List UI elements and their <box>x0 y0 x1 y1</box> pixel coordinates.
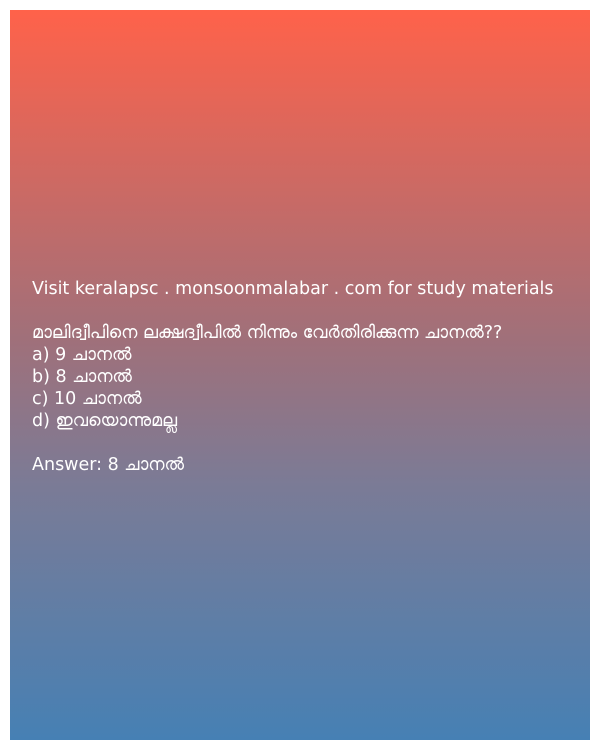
quiz-card: Visit keralapsc . monsoonmalabar . com f… <box>10 10 590 740</box>
question-text: മാലിദ്വീപിനെ ലക്ഷദ്വീപിൽ നിന്നും വേർതിരി… <box>32 323 503 343</box>
option-b: b) 8 ചാനൽ <box>32 367 132 387</box>
promo-text: Visit keralapsc . monsoonmalabar . com f… <box>32 279 554 299</box>
option-d: d) ഇവയൊന്നുമല്ല <box>32 411 178 431</box>
option-c: c) 10 ചാനൽ <box>32 389 142 409</box>
quiz-content: Visit keralapsc . monsoonmalabar . com f… <box>32 278 582 476</box>
option-a: a) 9 ചാനൽ <box>32 345 132 365</box>
answer-text: Answer: 8 ചാനൽ <box>32 455 185 475</box>
